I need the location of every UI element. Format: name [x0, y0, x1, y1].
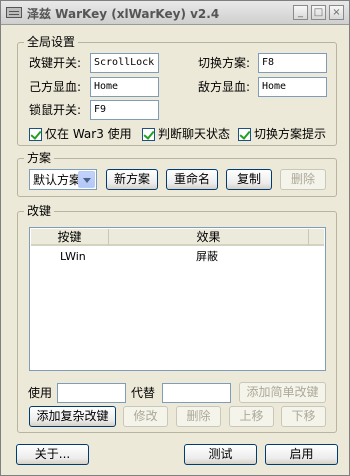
- move-up-button[interactable]: 上移: [229, 406, 274, 427]
- window-title: 泽兹 WarKey (xlWarKey) v2.4: [27, 7, 220, 21]
- close-button[interactable]: ×: [329, 5, 344, 20]
- row-effect-cell[interactable]: 屏蔽: [196, 250, 218, 264]
- rename-scheme-button[interactable]: 重命名: [166, 169, 218, 190]
- own-hp-label: 己方显血:: [29, 80, 82, 94]
- chat-state-label[interactable]: 判断聊天状态: [158, 126, 230, 142]
- about-button[interactable]: 关于...: [16, 444, 89, 465]
- move-down-button[interactable]: 下移: [281, 406, 326, 427]
- new-scheme-button[interactable]: 新方案: [106, 169, 158, 190]
- delete-remap-button[interactable]: 删除: [176, 406, 221, 427]
- scheme-tip-label[interactable]: 切换方案提示: [254, 126, 326, 142]
- remap-toggle-label: 改键开关:: [29, 56, 82, 70]
- use-field[interactable]: [57, 383, 126, 403]
- war3-only-label[interactable]: 仅在 War3 使用: [45, 126, 132, 142]
- mouse-lock-label: 锁鼠开关:: [29, 103, 82, 117]
- maximize-button[interactable]: □: [311, 5, 326, 20]
- scheme-group-title: 方案: [24, 151, 55, 165]
- remap-group-title: 改键: [24, 204, 55, 218]
- remap-list[interactable]: 按键 效果 LWin 屏蔽: [29, 227, 326, 371]
- add-simple-remap-button[interactable]: 添加简单改键: [239, 382, 326, 403]
- copy-scheme-button[interactable]: 复制: [226, 169, 272, 190]
- switch-scheme-field[interactable]: F8: [258, 53, 327, 73]
- switch-scheme-label: 切换方案:: [198, 56, 251, 70]
- mouse-lock-field[interactable]: F9: [90, 100, 159, 120]
- column-effect[interactable]: 效果: [109, 229, 309, 245]
- list-header: 按键 效果: [31, 229, 324, 246]
- scheme-select[interactable]: 默认方案: [29, 169, 97, 190]
- replace-label: 代替: [131, 386, 156, 400]
- enemy-hp-field[interactable]: Home: [258, 77, 327, 97]
- enable-button[interactable]: 启用: [265, 444, 338, 465]
- minimize-button[interactable]: _: [293, 5, 308, 20]
- enemy-hp-label: 敌方显血:: [198, 80, 251, 94]
- title-bar[interactable]: 泽兹 WarKey (xlWarKey) v2.4 _ □ ×: [1, 1, 349, 25]
- modify-remap-button[interactable]: 修改: [123, 406, 168, 427]
- scheme-tip-checkbox[interactable]: [238, 128, 251, 141]
- chevron-down-icon[interactable]: [78, 171, 95, 188]
- row-key-cell[interactable]: LWin: [60, 250, 86, 264]
- use-label: 使用: [28, 386, 53, 400]
- war3-only-checkbox[interactable]: [29, 128, 42, 141]
- test-button[interactable]: 测试: [184, 444, 257, 465]
- replace-field[interactable]: [162, 383, 231, 403]
- add-complex-remap-button[interactable]: 添加复杂改键: [29, 406, 116, 427]
- chat-state-checkbox[interactable]: [142, 128, 155, 141]
- remap-toggle-field[interactable]: ScrollLock: [90, 53, 159, 73]
- keyboard-icon: [6, 7, 22, 18]
- main-window: 泽兹 WarKey (xlWarKey) v2.4 _ □ × 全局设置 改键开…: [0, 0, 350, 476]
- delete-scheme-button[interactable]: 删除: [280, 169, 326, 190]
- column-key[interactable]: 按键: [31, 229, 109, 245]
- own-hp-field[interactable]: Home: [90, 77, 159, 97]
- global-settings-title: 全局设置: [24, 35, 79, 49]
- scheme-select-value: 默认方案: [33, 173, 82, 187]
